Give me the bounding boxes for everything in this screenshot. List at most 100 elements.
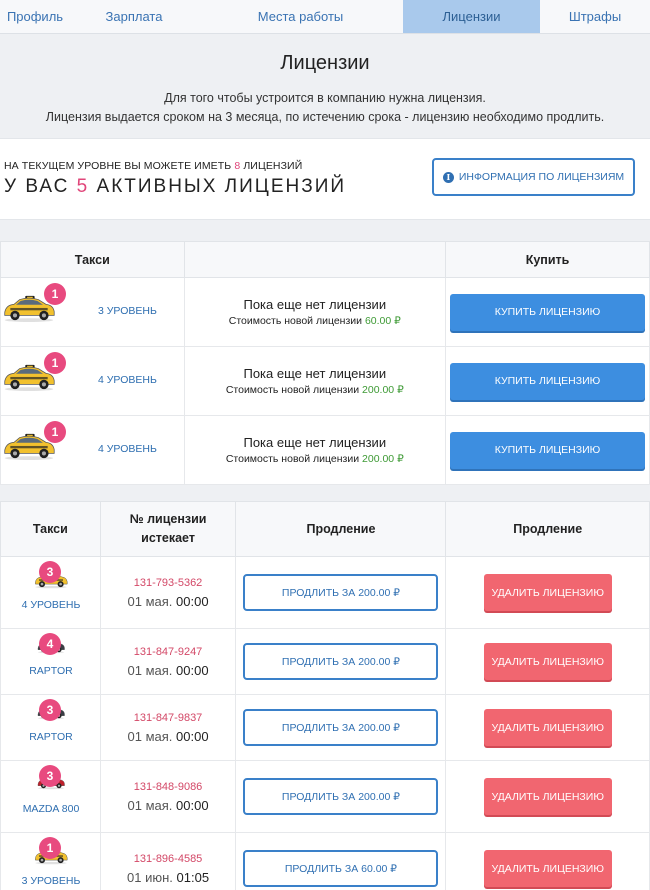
license-info-cell: 131-793-5362 01 мая. 00:00 xyxy=(99,556,237,629)
license-expiry: 01 июн. 01:05 xyxy=(101,870,236,885)
shop-header-status xyxy=(183,241,447,278)
page-description: Для того чтобы устроится в компанию нужн… xyxy=(0,89,650,127)
license-info-cell: 131-896-4585 01 июн. 01:05 xyxy=(99,832,237,890)
car-name-link[interactable]: Raptor xyxy=(1,731,101,743)
license-expiry: 01 мая. 00:00 xyxy=(101,729,236,744)
car-level-link[interactable]: 4 уровень xyxy=(98,443,157,455)
delete-license-button[interactable]: Удалить лицензию xyxy=(483,643,612,680)
buy-cell: Купить лицензию xyxy=(445,277,650,347)
expiry-time: 00:00 xyxy=(176,593,209,609)
shop-car-cell: 1 4 уровень xyxy=(0,415,185,485)
info-icon: i xyxy=(442,171,454,183)
max-licenses-prefix: На текущем уровне вы можете иметь xyxy=(4,160,232,172)
extend-license-button[interactable]: Продлить за 200.00 ₽ xyxy=(243,643,439,680)
license-number: 131-847-9837 xyxy=(133,711,203,724)
extend-license-button[interactable]: Продлить за 200.00 ₽ xyxy=(243,778,439,815)
delete-cell: Удалить лицензию xyxy=(445,832,650,890)
expiry-date: 01 июн. xyxy=(127,869,173,885)
extend-cell: Продлить за 60.00 ₽ xyxy=(235,832,447,890)
level-badge: 4 xyxy=(39,633,61,655)
car-name-link[interactable]: 4 уровень xyxy=(1,599,101,611)
license-number: 131-847-9247 xyxy=(133,645,203,658)
tab-fines[interactable]: Штрафы xyxy=(540,0,650,33)
license-number: 131-896-4585 xyxy=(133,852,203,865)
tab-salary[interactable]: Зарплата xyxy=(70,0,198,33)
extend-cell: Продлить за 200.00 ₽ xyxy=(235,628,447,695)
buy-license-button[interactable]: Купить лицензию xyxy=(450,362,645,400)
level-badge: 1 xyxy=(44,352,66,374)
expiry-time: 00:00 xyxy=(176,797,209,813)
delete-cell: Удалить лицензию xyxy=(445,628,650,695)
delete-cell: Удалить лицензию xyxy=(445,760,650,833)
tab-bar: Профиль Зарплата Места работы Лицензии Ш… xyxy=(0,0,650,34)
max-licenses-suffix: лицензий xyxy=(243,160,303,172)
max-licenses-count: 8 xyxy=(234,160,241,172)
buy-license-button[interactable]: Купить лицензию xyxy=(450,293,645,331)
expiry-time: 00:00 xyxy=(176,728,209,744)
page-title: Лицензии xyxy=(280,52,370,74)
car-name-link[interactable]: Raptor xyxy=(1,665,101,677)
active-licenses-prefix: У вас xyxy=(4,176,70,197)
license-cost-label: Стоимость новой лицензии xyxy=(225,384,360,396)
level-badge: 1 xyxy=(39,837,61,859)
owned-header-taxi: Такси xyxy=(0,501,101,557)
license-price: 200.00 ₽ xyxy=(362,384,404,396)
license-expiry: 01 мая. 00:00 xyxy=(101,594,236,609)
tab-profile[interactable]: Профиль xyxy=(0,0,70,33)
license-cost-text: Стоимость новой лицензии 200.00 ₽ xyxy=(185,453,445,465)
license-price: 60.00 ₽ xyxy=(364,315,401,327)
shop-row: 1 3 уровень Пока еще нет лицензии Стоимость… xyxy=(0,277,650,347)
shop-row: 1 4 уровень Пока еще нет лицензии Стоимость… xyxy=(0,415,650,485)
buy-cell: Купить лицензию xyxy=(445,415,650,485)
car-name-link[interactable]: 3 уровень xyxy=(1,875,101,887)
extend-license-button[interactable]: Продлить за 60.00 ₽ xyxy=(243,850,439,887)
expiry-time: 00:00 xyxy=(176,662,209,678)
expiry-date: 01 мая. xyxy=(127,662,173,678)
tab-workplaces[interactable]: Места работы xyxy=(198,0,403,33)
delete-license-button[interactable]: Удалить лицензию xyxy=(483,709,612,746)
license-info-cell: 131-847-9247 01 мая. 00:00 xyxy=(99,628,237,695)
extend-cell: Продлить за 200.00 ₽ xyxy=(235,556,447,629)
license-cost-text: Стоимость новой лицензии 60.00 ₽ xyxy=(185,315,445,327)
license-cost-label: Стоимость новой лицензии xyxy=(225,453,360,465)
license-info-button[interactable]: i Информация по лицензиям xyxy=(432,158,635,196)
owned-license-row: 4 Raptor 131-847-9247 01 мая. 00:00 Продлить… xyxy=(0,628,650,695)
owned-header-delete: Продление xyxy=(445,501,650,557)
owned-car-cell: 1 3 уровень xyxy=(0,832,101,890)
owned-header-license: № лицензии истекает xyxy=(99,501,237,557)
expiry-date: 01 мая. xyxy=(127,797,173,813)
license-cost-label: Стоимость новой лицензии xyxy=(228,315,363,327)
owned-license-row: 1 3 уровень 131-896-4585 01 июн. 01:05 Продл… xyxy=(0,832,650,890)
license-shop-table: Такси Купить 1 3 уровень Пока еще нет лице… xyxy=(0,241,650,485)
car-name-link[interactable]: Mazda 800 xyxy=(1,803,101,815)
license-expiry: 01 мая. 00:00 xyxy=(101,663,236,678)
extend-cell: Продлить за 200.00 ₽ xyxy=(235,760,447,833)
no-license-text: Пока еще нет лицензии xyxy=(243,297,387,312)
owned-header-license-label: № лицензии истекает xyxy=(129,512,207,545)
extend-cell: Продлить за 200.00 ₽ xyxy=(235,694,447,761)
extend-license-button[interactable]: Продлить за 200.00 ₽ xyxy=(243,574,439,611)
expiry-time: 01:05 xyxy=(176,869,210,885)
delete-cell: Удалить лицензию xyxy=(445,694,650,761)
buy-license-button[interactable]: Купить лицензию xyxy=(450,431,645,469)
license-info-cell: 131-847-9837 01 мая. 00:00 xyxy=(99,694,237,761)
car-level-link[interactable]: 3 уровень xyxy=(98,305,157,317)
no-license-text: Пока еще нет лицензии xyxy=(243,435,387,450)
max-licenses-text: На текущем уровне вы можете иметь 8 лице… xyxy=(4,160,302,172)
license-status-cell: Пока еще нет лицензии Стоимость новой лиц… xyxy=(183,277,447,347)
owned-license-row: 3 4 уровень 131-793-5362 01 мая. 00:00 Продл… xyxy=(0,556,650,629)
shop-header-taxi: Такси xyxy=(0,241,185,278)
tab-licenses[interactable]: Лицензии xyxy=(403,0,540,33)
description-line-2: Лицензия выдается сроком на 3 месяца, по… xyxy=(45,110,605,124)
car-level-link[interactable]: 4 уровень xyxy=(98,374,157,386)
level-badge: 3 xyxy=(39,561,61,583)
license-cost-text: Стоимость новой лицензии 200.00 ₽ xyxy=(185,384,445,396)
delete-license-button[interactable]: Удалить лицензию xyxy=(483,778,612,815)
shop-car-cell: 1 3 уровень xyxy=(0,277,185,347)
delete-license-button[interactable]: Удалить лицензию xyxy=(483,574,612,611)
extend-license-button[interactable]: Продлить за 200.00 ₽ xyxy=(243,709,439,746)
license-expiry: 01 мая. 00:00 xyxy=(101,798,236,813)
active-licenses-text: У вас 5 активных лицензий xyxy=(4,176,346,198)
delete-license-button[interactable]: Удалить лицензию xyxy=(483,850,612,887)
owned-car-cell: 4 Raptor xyxy=(0,628,101,695)
